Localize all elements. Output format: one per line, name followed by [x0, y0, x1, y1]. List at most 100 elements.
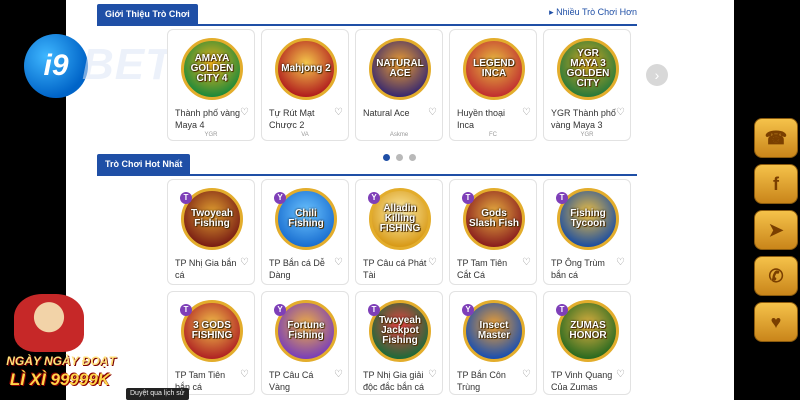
game-thumbnail[interactable]: Fishing Tycoon T: [550, 186, 626, 254]
favorite-heart-icon[interactable]: ♡: [522, 369, 531, 380]
game-card[interactable]: Twoyeah Jackpot Fishing T TP Nhị Gia giải …: [355, 291, 443, 395]
game-art-text: NATURAL ACE: [376, 58, 424, 79]
game-card[interactable]: YGR MAYA 3 GOLDEN CITY YGR Thành phố vàng…: [543, 29, 631, 141]
game-card[interactable]: Chili Fishing Y TP Bắn cá Dễ Dàng ♡: [261, 179, 349, 285]
game-card[interactable]: ZUMAS HONOR T TP Vinh Quang Của Zumas ♡: [543, 291, 631, 395]
game-art-text: Gods Slash Fish: [468, 208, 519, 229]
favorite-heart-icon[interactable]: ♡: [616, 257, 625, 268]
game-title: YGR Thành phố vàng Maya 3: [551, 108, 616, 130]
game-title: Thành phố vàng Maya 4: [175, 108, 241, 130]
favorite-heart-icon[interactable]: ♡: [522, 107, 531, 118]
game-title: TP Bắn cá Dễ Dàng: [269, 258, 325, 280]
game-provider: Askme: [389, 132, 409, 138]
provider-badge-icon: Y: [274, 304, 286, 316]
game-art-text: 3 GODS FISHING: [191, 320, 233, 341]
phone-icon[interactable]: ✆: [754, 256, 798, 296]
carousel-dot-1[interactable]: [383, 154, 390, 161]
game-art-text: Alladin Killing FISHING: [379, 203, 421, 234]
game-thumbnail[interactable]: YGR MAYA 3 GOLDEN CITY: [550, 36, 626, 104]
game-art-text: YGR MAYA 3 GOLDEN CITY: [566, 48, 610, 89]
provider-badge-icon: Y: [462, 304, 474, 316]
game-title: TP Vinh Quang Của Zumas: [551, 370, 613, 392]
game-card[interactable]: LEGEND INCA Huyền thoại Inca ♡ FC: [449, 29, 537, 141]
game-art-icon: NATURAL ACE: [369, 38, 431, 100]
game-provider: YGR: [204, 132, 218, 138]
game-thumbnail[interactable]: Twoyeah Fishing T: [174, 186, 250, 254]
game-card[interactable]: Twoyeah Fishing T TP Nhị Gia bắn cá ♡: [167, 179, 255, 285]
game-title: TP Câu Cá Vàng: [269, 370, 314, 392]
favorite-heart-icon[interactable]: ♡: [428, 107, 437, 118]
more-games-link[interactable]: Nhiều Trò Chơi Hơn: [549, 7, 637, 18]
favorite-heart-icon[interactable]: ♡: [240, 107, 249, 118]
game-thumbnail[interactable]: Insect Master Y: [456, 298, 532, 366]
favorite-heart-icon[interactable]: ♡: [522, 257, 531, 268]
game-card[interactable]: Alladin Killing FISHING Y TP Câu cá Phát T…: [355, 179, 443, 285]
provider-badge-icon: T: [556, 304, 568, 316]
game-title: TP Tam Tiên Cắt Cá: [457, 258, 508, 280]
game-card[interactable]: 3 GODS FISHING T TP Tam Tiên bắn cá ♡: [167, 291, 255, 395]
game-provider: VA: [301, 132, 309, 138]
game-title: Tự Rút Mạt Chược 2: [269, 108, 315, 130]
game-thumbnail[interactable]: Chili Fishing Y: [268, 186, 344, 254]
game-title: TP Bắn Côn Trùng: [457, 370, 506, 392]
game-title: Huyền thoại Inca: [457, 108, 506, 130]
game-art-icon: YGR MAYA 3 GOLDEN CITY: [557, 38, 619, 100]
provider-badge-icon: Y: [368, 192, 380, 204]
game-art-text: Fortune Fishing: [287, 320, 325, 341]
phone-icon-glyph: ✆: [768, 265, 784, 286]
game-thumbnail[interactable]: AMAYA GOLDEN CITY 4: [174, 36, 250, 104]
game-card[interactable]: Fishing Tycoon T TP Ông Trùm bắn cá ♡: [543, 179, 631, 285]
game-card[interactable]: Gods Slash Fish T TP Tam Tiên Cắt Cá ♡: [449, 179, 537, 285]
provider-badge-icon: T: [368, 304, 380, 316]
game-art-text: Chili Fishing: [288, 208, 324, 229]
provider-badge-icon: T: [462, 192, 474, 204]
headset-icon[interactable]: ☎: [754, 118, 798, 158]
game-art-text: AMAYA GOLDEN CITY 4: [190, 53, 234, 84]
favorite-heart-icon[interactable]: ♡: [428, 369, 437, 380]
telegram-icon[interactable]: ➤: [754, 210, 798, 250]
game-title: TP Ông Trùm bắn cá: [551, 258, 605, 280]
game-card[interactable]: Insect Master Y TP Bắn Côn Trùng ♡: [449, 291, 537, 395]
game-card[interactable]: NATURAL ACE Natural Ace ♡ Askme: [355, 29, 443, 141]
favorite-heart-icon[interactable]: ♡: [616, 369, 625, 380]
carousel-next-button[interactable]: ›: [646, 64, 668, 86]
game-thumbnail[interactable]: LEGEND INCA: [456, 36, 532, 104]
favorite-heart-icon[interactable]: ♡: [334, 257, 343, 268]
favorite-heart-icon[interactable]: ♡: [428, 257, 437, 268]
favorite-heart-icon[interactable]: ♡: [334, 107, 343, 118]
game-thumbnail[interactable]: Mahjong 2: [268, 36, 344, 104]
game-card[interactable]: Mahjong 2 Tự Rút Mạt Chược 2 ♡ VA: [261, 29, 349, 141]
game-thumbnail[interactable]: Alladin Killing FISHING Y: [362, 186, 438, 254]
provider-badge-icon: T: [180, 192, 192, 204]
favorite-heart-icon[interactable]: ♡: [240, 257, 249, 268]
game-art-text: LEGEND INCA: [473, 58, 515, 79]
game-thumbnail[interactable]: Twoyeah Jackpot Fishing T: [362, 298, 438, 366]
provider-badge-icon: Y: [274, 192, 286, 204]
game-thumbnail[interactable]: NATURAL ACE: [362, 36, 438, 104]
favorite-heart-icon[interactable]: ♡: [334, 369, 343, 380]
game-card[interactable]: AMAYA GOLDEN CITY 4 Thành phố vàng Maya 4…: [167, 29, 255, 141]
favorite-heart-icon[interactable]: ♡: [616, 107, 625, 118]
favorite-heart-icon[interactable]: ♡: [240, 369, 249, 380]
game-art-text: Twoyeah Fishing: [190, 208, 234, 229]
game-art-text: Insect Master: [477, 320, 511, 341]
game-provider: YGR: [580, 132, 594, 138]
carousel-dot-2[interactable]: [396, 154, 403, 161]
browse-history-button[interactable]: Duyệt qua lịch sử: [126, 388, 189, 400]
game-art-text: Twoyeah Jackpot Fishing: [378, 315, 422, 346]
game-title: TP Nhị Gia giải độc đắc bắn cá: [363, 370, 425, 392]
carousel-dot-3[interactable]: [409, 154, 416, 161]
intro-section-header: Giới Thiệu Trò Chơi Nhiều Trò Chơi Hơn: [97, 4, 637, 26]
game-thumbnail[interactable]: Gods Slash Fish T: [456, 186, 532, 254]
game-art-text: ZUMAS HONOR: [569, 320, 607, 341]
promo-banner[interactable]: NGÀY NGÀY ĐOẠT LÌ XÌ 99999K: [0, 290, 120, 400]
game-thumbnail[interactable]: 3 GODS FISHING T: [174, 298, 250, 366]
logo-text: BET: [82, 40, 173, 89]
game-card[interactable]: Fortune Fishing Y TP Câu Cá Vàng ♡: [261, 291, 349, 395]
game-thumbnail[interactable]: Fortune Fishing Y: [268, 298, 344, 366]
game-thumbnail[interactable]: ZUMAS HONOR T: [550, 298, 626, 366]
facebook-icon[interactable]: f: [754, 164, 798, 204]
gift-heart-icon-glyph: ♥: [770, 311, 782, 332]
gift-heart-icon[interactable]: ♥: [754, 302, 798, 342]
provider-badge-icon: T: [180, 304, 192, 316]
